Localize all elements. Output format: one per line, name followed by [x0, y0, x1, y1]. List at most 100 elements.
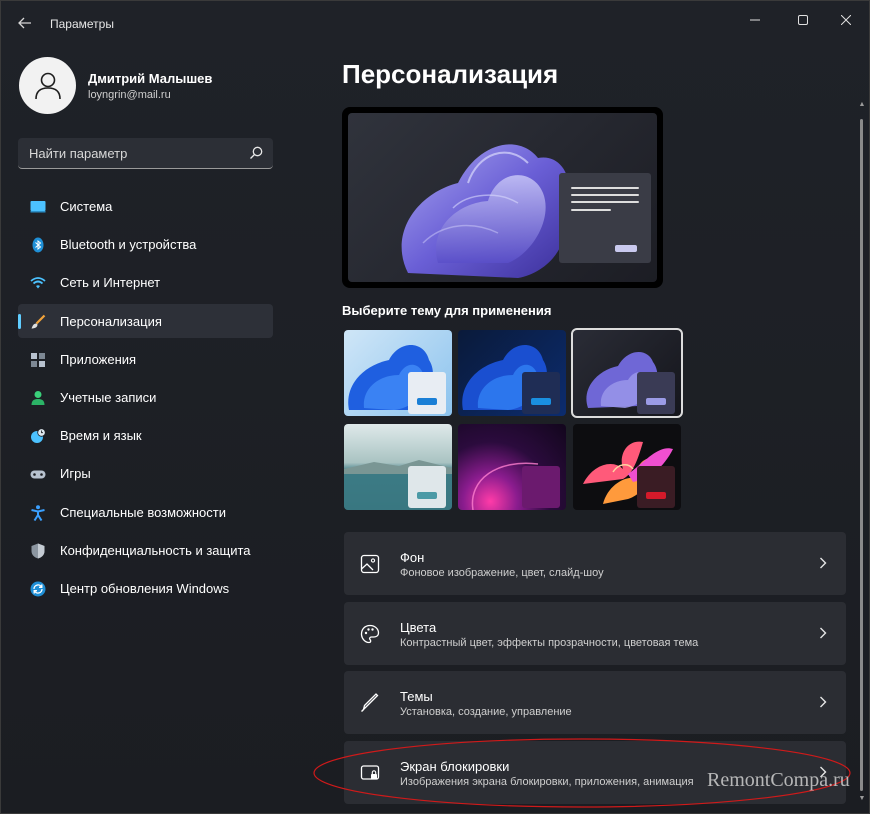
scroll-down-arrow-icon[interactable]: ▼	[858, 795, 866, 805]
theme-flower[interactable]	[573, 424, 681, 510]
theme-lake[interactable]	[344, 424, 452, 510]
close-button[interactable]	[823, 7, 869, 33]
app-title: Параметры	[50, 17, 114, 31]
setting-title: Темы	[400, 689, 433, 704]
sidebar-item-personalization[interactable]: Персонализация	[18, 303, 273, 338]
gamepad-icon	[30, 470, 46, 479]
theme-window-mock	[522, 466, 560, 508]
sidebar-nav: Система Bluetooth и устройства Сеть и Ин…	[18, 189, 273, 609]
vertical-scrollbar[interactable]: ▲ ▼	[858, 101, 866, 811]
back-arrow-icon	[18, 17, 31, 29]
maximize-icon	[798, 15, 808, 25]
theme-accent-swatch	[646, 492, 666, 499]
scroll-up-arrow-icon[interactable]: ▲	[858, 101, 866, 111]
setting-background[interactable]: Фон Фоновое изображение, цвет, слайд-шоу	[344, 532, 846, 595]
palette-icon	[360, 624, 380, 644]
sidebar-item-system[interactable]: Система	[18, 189, 273, 223]
scroll-thumb[interactable]	[860, 119, 863, 791]
sidebar-item-label: Специальные возможности	[60, 504, 226, 520]
theme-glow-selected[interactable]	[571, 328, 683, 418]
wifi-icon	[30, 277, 46, 289]
title-bar: Параметры	[1, 1, 869, 41]
account-icon	[31, 390, 45, 405]
back-button[interactable]	[13, 11, 37, 35]
theme-accent-swatch	[417, 492, 437, 499]
bluetooth-icon	[32, 237, 44, 253]
page-title: Персонализация	[342, 59, 559, 89]
theme-accent-swatch	[531, 398, 551, 405]
theme-windows-light[interactable]	[344, 330, 452, 416]
search-icon[interactable]	[249, 146, 263, 160]
theme-windows-dark[interactable]	[458, 330, 566, 416]
minimize-icon	[750, 19, 760, 21]
close-icon	[841, 15, 851, 25]
time-language-icon	[31, 428, 46, 444]
preview-wallpaper	[348, 113, 657, 282]
theme-accent-swatch	[417, 398, 437, 405]
chevron-right-icon	[820, 557, 827, 569]
user-email: loyngrin@mail.ru	[88, 89, 171, 101]
settings-window: Параметры Дмитрий Малышев loyngrin@mail.…	[0, 0, 870, 814]
setting-title: Фон	[400, 550, 425, 565]
sidebar-item-label: Учетные записи	[60, 389, 157, 405]
sidebar-item-label: Приложения	[60, 351, 137, 367]
user-icon	[34, 72, 61, 99]
preview-text-line	[571, 194, 639, 196]
theme-window-mock	[522, 372, 560, 414]
setting-subtitle: Контрастный цвет, эффекты прозрачности, …	[400, 637, 699, 649]
chevron-right-icon	[820, 627, 827, 639]
sidebar-item-gaming[interactable]: Игры	[18, 456, 273, 490]
update-icon	[30, 581, 46, 597]
system-icon	[30, 201, 46, 213]
theme-window-mock	[637, 466, 675, 508]
theme-window-mock	[637, 372, 675, 414]
sidebar-item-apps[interactable]: Приложения	[18, 342, 273, 376]
sidebar-item-label: Время и язык	[60, 428, 142, 444]
sidebar-item-label: Центр обновления Windows	[60, 580, 230, 596]
preview-text-line	[571, 209, 611, 211]
selected-indicator	[18, 313, 21, 329]
preview-text-line	[571, 187, 639, 189]
preview-button-mock	[615, 245, 637, 252]
theme-window-mock	[408, 466, 446, 508]
sidebar-item-accessibility[interactable]: Специальные возможности	[18, 495, 273, 529]
sidebar-item-network[interactable]: Сеть и Интернет	[18, 265, 273, 299]
sidebar-item-bluetooth[interactable]: Bluetooth и устройства	[18, 227, 273, 261]
theme-preview	[342, 107, 663, 288]
user-name: Дмитрий Малышев	[88, 71, 213, 86]
setting-subtitle: Установка, создание, управление	[400, 706, 572, 718]
brush-icon	[31, 314, 46, 329]
themes-heading: Выберите тему для применения	[342, 303, 552, 318]
sidebar-item-privacy[interactable]: Конфиденциальность и защита	[18, 533, 273, 567]
sidebar-item-time-language[interactable]: Время и язык	[18, 418, 273, 452]
shield-icon	[31, 543, 45, 559]
search-box[interactable]	[18, 138, 273, 169]
sidebar-item-label: Конфиденциальность и защита	[60, 542, 251, 558]
sidebar-item-label: Игры	[60, 466, 91, 482]
theme-accent-swatch	[531, 492, 551, 499]
chevron-right-icon	[820, 696, 827, 708]
preview-window-mock	[559, 173, 651, 263]
setting-subtitle: Фоновое изображение, цвет, слайд-шоу	[400, 567, 604, 579]
sidebar-item-label: Система	[60, 199, 113, 214]
setting-colors[interactable]: Цвета Контрастный цвет, эффекты прозрачн…	[344, 602, 846, 665]
preview-text-line	[571, 201, 639, 203]
avatar[interactable]	[19, 57, 76, 114]
maximize-button[interactable]	[780, 7, 826, 33]
setting-themes[interactable]: Темы Установка, создание, управление	[344, 671, 846, 734]
pen-icon	[361, 693, 379, 712]
theme-accent-swatch	[646, 398, 666, 405]
sidebar-item-label: Сеть и Интернет	[60, 275, 161, 291]
theme-purple-glow[interactable]	[458, 424, 566, 510]
theme-window-mock	[408, 372, 446, 414]
image-icon	[360, 554, 380, 574]
search-input[interactable]	[18, 138, 238, 168]
sidebar-item-label: Bluetooth и устройства	[60, 237, 197, 253]
watermark: RemontCompa.ru	[707, 769, 850, 791]
sidebar-item-windows-update[interactable]: Центр обновления Windows	[18, 571, 273, 605]
minimize-button[interactable]	[732, 7, 778, 33]
setting-title: Цвета	[400, 620, 437, 635]
sidebar-item-label: Персонализация	[60, 313, 162, 329]
accessibility-icon	[31, 504, 45, 521]
sidebar-item-accounts[interactable]: Учетные записи	[18, 380, 273, 414]
